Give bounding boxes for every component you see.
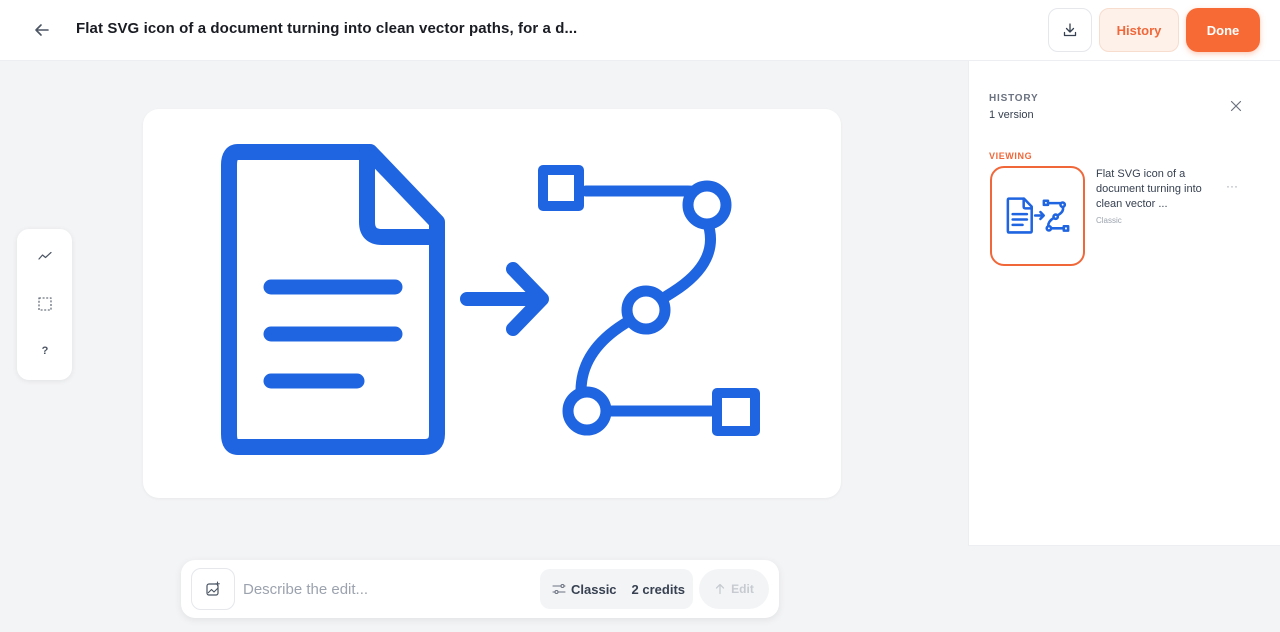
select-region-icon: [38, 297, 52, 311]
edit-label: Edit: [731, 582, 754, 596]
select-region-tool-button[interactable]: [32, 291, 58, 317]
download-button[interactable]: [1048, 8, 1092, 52]
version-more-button[interactable]: ···: [1226, 179, 1238, 193]
download-icon: [1063, 23, 1077, 37]
arrow-up-icon: [716, 583, 725, 595]
history-panel: HISTORY 1 version VIEWING Flat SVG icon …: [968, 61, 1280, 546]
mode-label: Classic: [571, 581, 617, 597]
help-icon: ?: [41, 345, 49, 357]
history-button[interactable]: History: [1099, 8, 1179, 52]
arrow-left-icon: [35, 24, 49, 36]
image-add-icon: [206, 581, 220, 596]
version-count: 1 version: [989, 109, 1034, 121]
document-to-vector-illustration: [221, 144, 760, 455]
trend-tool-button[interactable]: [32, 243, 58, 269]
vector-node-2: [621, 285, 671, 335]
prompt-bar: Classic 2 credits Edit: [181, 560, 779, 618]
close-icon: [1230, 100, 1242, 112]
vector-node-1: [682, 180, 732, 230]
vector-node-3: [562, 386, 612, 436]
settings-sliders-icon: [552, 582, 566, 596]
add-image-button[interactable]: [191, 568, 235, 610]
more-horizontal-icon: ···: [1226, 179, 1238, 193]
trend-icon: [38, 251, 52, 260]
edit-submit-button[interactable]: Edit: [699, 569, 769, 609]
version-description: Flat SVG icon of a document turning into…: [1096, 168, 1202, 210]
version-thumbnail-image: [1006, 197, 1069, 234]
vector-anchor-square-top: [538, 165, 584, 211]
edit-prompt-input[interactable]: [243, 574, 523, 604]
close-history-button[interactable]: [1227, 97, 1245, 115]
document-outline: [221, 144, 445, 455]
back-button[interactable]: [28, 16, 56, 44]
mode-selector[interactable]: Classic 2 credits: [540, 569, 693, 609]
done-button[interactable]: Done: [1186, 8, 1260, 52]
viewing-label: VIEWING: [989, 151, 1033, 161]
tool-rail: ?: [17, 229, 72, 380]
top-bar: Flat SVG icon of a document turning into…: [0, 0, 1280, 61]
help-tool-button[interactable]: ?: [32, 338, 58, 364]
version-thumbnail[interactable]: [990, 166, 1085, 266]
canvas-card: [143, 109, 841, 498]
vector-anchor-square-bottom: [712, 388, 760, 436]
credits-label: 2 credits: [631, 581, 686, 597]
history-title: HISTORY: [989, 93, 1039, 104]
page-title: Flat SVG icon of a document turning into…: [76, 20, 578, 37]
version-style: Classic: [1096, 216, 1122, 225]
arrow: [460, 262, 549, 336]
